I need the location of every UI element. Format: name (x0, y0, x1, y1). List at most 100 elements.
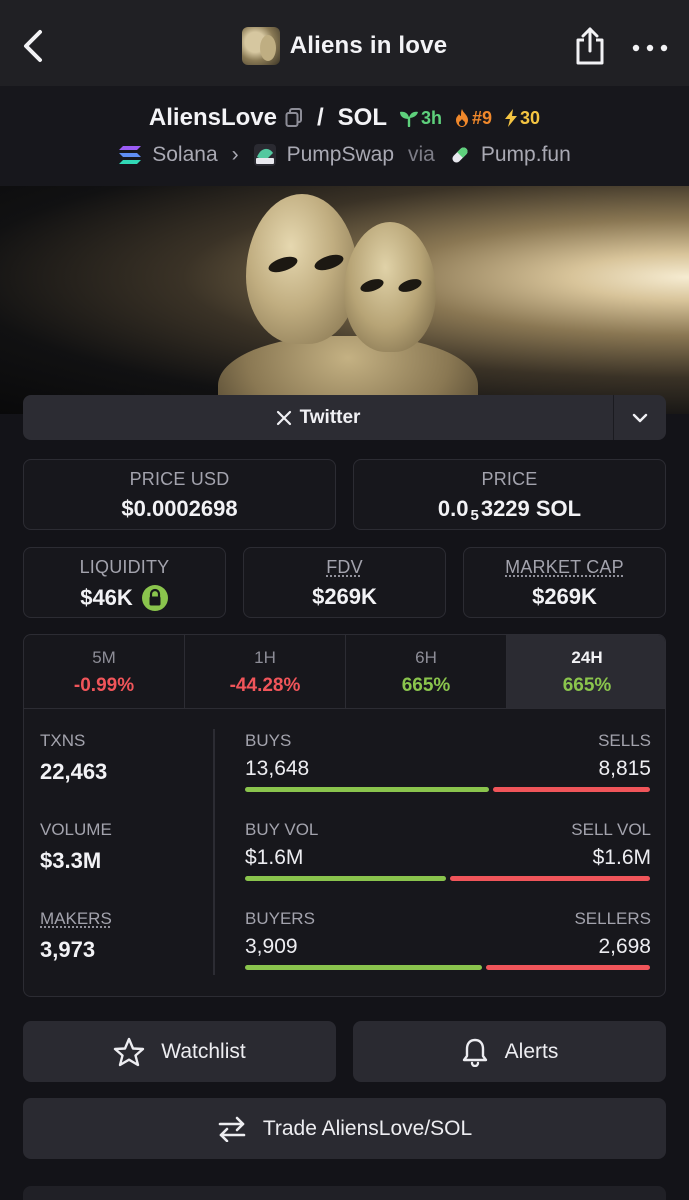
trending-rank-badge: #9 (454, 108, 492, 129)
price-native-box: PRICE 0.0 5 3229 SOL (353, 459, 666, 530)
market-cap-label[interactable]: MARKET CAP (464, 557, 665, 578)
tab-change: -0.99% (24, 675, 184, 697)
sells-bar-fill (493, 787, 650, 792)
launchpad-name[interactable]: Pump.fun (481, 143, 571, 167)
flame-icon (454, 108, 470, 128)
seedling-icon (399, 109, 419, 127)
tab-label: 5M (24, 648, 184, 668)
buys-label: BUYS (245, 731, 291, 751)
solana-icon (118, 145, 142, 165)
volume-stat: VOLUME $3.3M (40, 820, 112, 874)
token-banner-image (0, 186, 689, 414)
tab-24h[interactable]: 24H 665% (507, 635, 666, 708)
price-native-label: PRICE (354, 469, 665, 490)
trade-label: Trade AliensLove/SOL (263, 1117, 472, 1141)
breadcrumb-chevron-icon: › (232, 143, 239, 167)
twitter-label: Twitter (300, 407, 361, 429)
tab-change: 665% (507, 675, 666, 697)
buyers-bar-fill (245, 965, 482, 970)
pair-slash: / (317, 104, 324, 132)
liquidity-box: LIQUIDITY $46K (23, 547, 226, 618)
sell-vol-value: $1.6M (593, 846, 651, 870)
chain-name[interactable]: Solana (152, 143, 217, 167)
fdv-value: $269K (244, 584, 445, 610)
market-cap-value: $269K (464, 584, 665, 610)
price-usd-value: $0.0002698 (24, 496, 335, 522)
bell-icon (461, 1037, 489, 1067)
dex-name[interactable]: PumpSwap (287, 143, 394, 167)
sellers-label: SELLERS (574, 909, 651, 929)
txns-value: 22,463 (40, 759, 107, 785)
watchlist-button[interactable]: Watchlist (23, 1021, 336, 1082)
alerts-button[interactable]: Alerts (353, 1021, 666, 1082)
buys-bar-fill (245, 787, 489, 792)
timeframe-tabs: 5M -0.99% 1H -44.28% 6H 665% 24H 665% (24, 635, 666, 709)
lock-icon[interactable] (141, 584, 169, 612)
tab-1h[interactable]: 1H -44.28% (185, 635, 346, 708)
boost-count: 30 (520, 108, 540, 129)
price-native-suffix: 3229 SOL (481, 496, 581, 522)
makers-stat: MAKERS 3,973 (40, 909, 112, 963)
buys-sells-bar (245, 787, 650, 792)
boost-badge: 30 (504, 108, 540, 129)
tab-6h[interactable]: 6H 665% (346, 635, 507, 708)
volume-row: VOLUME $3.3M BUY VOL SELL VOL $1.6M $1.6… (24, 820, 666, 900)
banner-alien-right (344, 222, 436, 352)
liquidity-value: $46K (80, 585, 133, 611)
buyers-label: BUYERS (245, 909, 315, 929)
sellers-bar-fill (486, 965, 650, 970)
via-text: via (408, 143, 435, 167)
liquidity-value-row: $46K (24, 584, 225, 612)
pumpswap-icon (253, 143, 277, 167)
swap-arrows-icon (217, 1116, 247, 1142)
volume-label: VOLUME (40, 820, 112, 840)
token-avatar (242, 27, 280, 65)
trading-stats-panel: 5M -0.99% 1H -44.28% 6H 665% 24H 665% TX… (23, 634, 666, 997)
tab-label: 1H (185, 648, 345, 668)
price-usd-box: PRICE USD $0.0002698 (23, 459, 336, 530)
tab-label: 6H (346, 648, 506, 668)
buy-vol-label: BUY VOL (245, 820, 318, 840)
txns-row: TXNS 22,463 BUYS SELLS 13,648 8,815 (24, 731, 666, 811)
price-native-value: 0.0 5 3229 SOL (354, 496, 665, 522)
buyers-sellers-bar (245, 965, 650, 970)
price-native-zero-count: 5 (470, 507, 478, 524)
buy-vol-value: $1.6M (245, 846, 303, 870)
trade-button[interactable]: Trade AliensLove/SOL (23, 1098, 666, 1159)
price-usd-label: PRICE USD (24, 469, 335, 490)
txns-stat: TXNS 22,463 (40, 731, 107, 785)
sells-label: SELLS (598, 731, 651, 751)
share-icon[interactable] (572, 26, 608, 66)
watchlist-label: Watchlist (161, 1040, 245, 1064)
next-section-peek (23, 1186, 666, 1200)
copy-icon[interactable] (285, 108, 303, 128)
volume-value: $3.3M (40, 848, 112, 874)
alerts-label: Alerts (505, 1040, 559, 1064)
tab-change: -44.28% (185, 675, 345, 697)
pair-header: AliensLove / SOL 3h #9 30 Solana › PumpS… (0, 86, 689, 186)
fdv-box: FDV $269K (243, 547, 446, 618)
txns-label: TXNS (40, 731, 107, 751)
top-nav: Aliens in love (0, 0, 689, 86)
chain-dex-row: Solana › PumpSwap via Pump.fun (0, 140, 689, 170)
twitter-link-button[interactable]: Twitter (23, 395, 613, 440)
market-cap-box: MARKET CAP $269K (463, 547, 666, 618)
fdv-label[interactable]: FDV (244, 557, 445, 578)
makers-label[interactable]: MAKERS (40, 909, 112, 929)
links-dropdown-button[interactable] (614, 395, 666, 440)
tab-change: 665% (346, 675, 506, 697)
buy-vol-bar-fill (245, 876, 446, 881)
buys-value: 13,648 (245, 757, 309, 781)
sell-vol-bar-fill (450, 876, 650, 881)
tab-label: 24H (507, 648, 666, 668)
sells-value: 8,815 (598, 757, 651, 781)
makers-value: 3,973 (40, 937, 112, 963)
more-dots-icon[interactable] (632, 44, 668, 52)
buyers-value: 3,909 (245, 935, 298, 959)
star-icon (113, 1037, 145, 1067)
sell-vol-label: SELL VOL (571, 820, 651, 840)
liquidity-label: LIQUIDITY (24, 557, 225, 578)
chevron-down-icon (632, 413, 648, 423)
tab-5m[interactable]: 5M -0.99% (24, 635, 185, 708)
pill-icon (449, 144, 471, 166)
